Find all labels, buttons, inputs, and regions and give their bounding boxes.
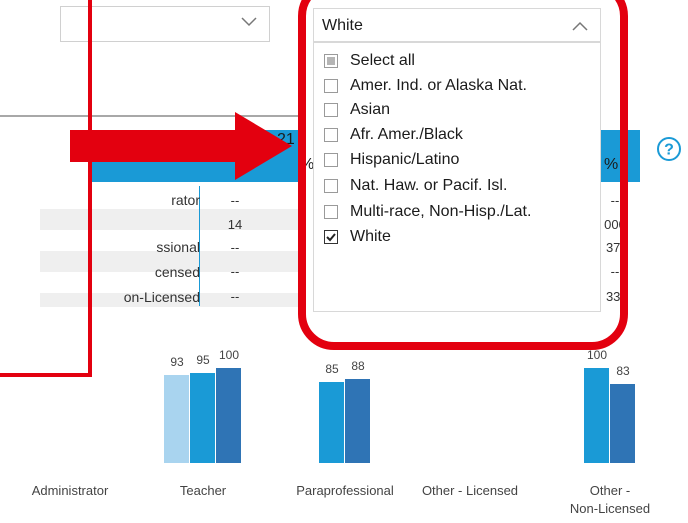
chart-data-label: 88 [351,359,365,374]
help-icon[interactable]: ? [656,136,682,162]
chart-data-label: 100 [586,348,608,362]
table-cell: -- [230,240,240,255]
table-cell: -- [230,193,240,208]
chart-category-label: Administrator [31,483,109,498]
chart-category-label: Other - [589,483,631,498]
table-cell: -- [230,289,240,304]
chart-bar [610,384,635,463]
chart-category-label: Non-Licensed [569,501,651,516]
chart-bar [190,372,215,463]
chart-category-label: Paraprofessional [296,483,394,498]
chart-bar [164,374,189,463]
table-cell: -- [230,264,240,279]
highlight-ring [298,0,628,350]
chart-bar [584,368,609,463]
chevron-down-icon [241,17,257,27]
chart-bar [345,379,370,463]
chart-category-label: Other - Licensed [421,483,519,498]
chart-data-label: 83 [616,364,630,379]
table-cell: 14 [227,217,243,232]
chart-data-label: 100 [218,348,240,362]
chart-bar [216,368,241,463]
chart-category-label: Teacher [179,483,227,498]
chart-bar [319,382,344,463]
arrow-right-icon [70,112,292,180]
svg-text:?: ? [664,142,674,159]
bar-chart: Administrator 93 95 100 Teacher 85 88 Paraprofe… [0,340,688,523]
